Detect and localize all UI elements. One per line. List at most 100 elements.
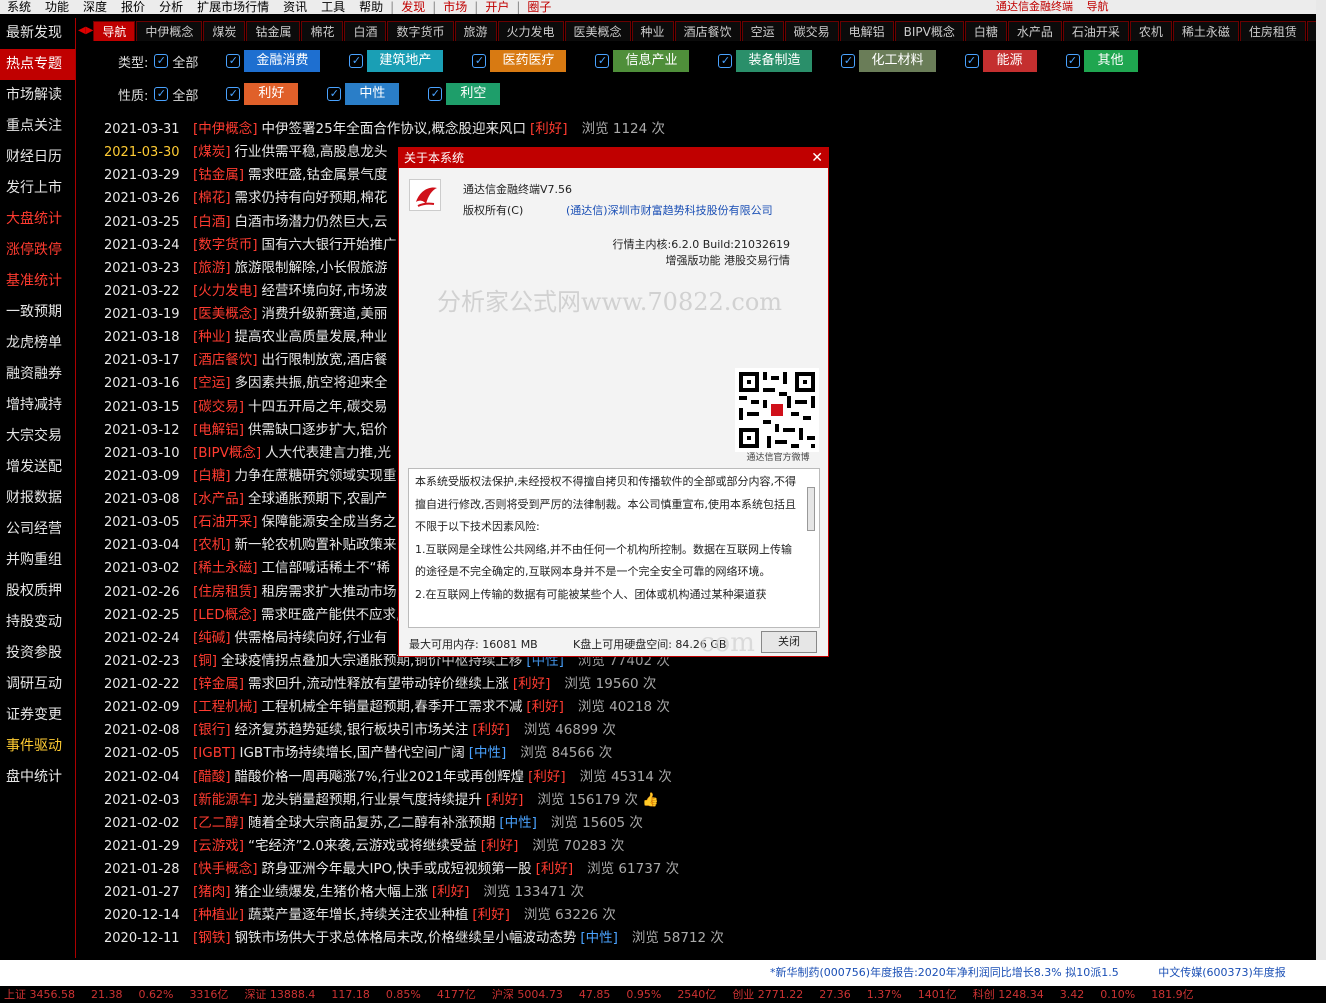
topic-tab[interactable]: 种业	[631, 21, 674, 41]
topic-tab[interactable]: 白糖	[964, 21, 1007, 41]
menu-open-account[interactable]: 开户	[478, 0, 516, 14]
news-row[interactable]: 2021-01-29 [云游戏] “宅经济”2.0来袭,云游戏或将继续受益 [利好] 浏…	[104, 835, 1304, 858]
menu-news[interactable]: 资讯	[276, 0, 314, 14]
menu-circle[interactable]: 圈子	[520, 0, 558, 14]
license-scrollbar-thumb[interactable]	[807, 487, 815, 531]
checkbox-icon[interactable]: ✓	[841, 54, 856, 68]
news-row[interactable]: 2021-02-04 [醋酸] 醋酸价格一周再飚涨7%,行业2021年或再创辉煌 [利…	[104, 766, 1304, 789]
leftnav-item[interactable]: 大盘统计	[0, 204, 75, 235]
topic-tab[interactable]: 农机	[1129, 21, 1172, 41]
ticker-item[interactable]: *新华制药(000756)年度报告:2020年净利润同比增长8.3% 拟10派1…	[770, 966, 1119, 979]
checkbox-icon[interactable]: ✓	[428, 87, 443, 101]
topic-tab[interactable]: 导航	[93, 21, 136, 41]
topic-tab[interactable]: 住房租赁	[1239, 21, 1306, 41]
ticker-item[interactable]: 中文传媒(600373)年度报	[1158, 966, 1286, 979]
license-text-box[interactable]: 本系统受版权法保护,未经授权不得擅自拷贝和传播软件的全部或部分内容,不得擅自进行…	[408, 468, 820, 628]
menu-market[interactable]: 市场	[436, 0, 474, 14]
checkbox-icon[interactable]: ✓	[718, 54, 733, 68]
checkbox-icon[interactable]: ✓	[226, 87, 241, 101]
menu-help[interactable]: 帮助	[352, 0, 390, 14]
leftnav-item[interactable]: 并购重组	[0, 545, 75, 576]
topic-tab[interactable]: 空运	[741, 21, 784, 41]
menu-function[interactable]: 功能	[38, 0, 76, 14]
checkbox-icon[interactable]: ✓	[226, 54, 241, 68]
news-row[interactable]: 2021-02-08 [银行] 经济复苏趋势延续,银行板块引市场关注 [利好] 浏览 4…	[104, 719, 1304, 742]
topic-tab[interactable]: 数字货币	[387, 21, 454, 41]
leftnav-item[interactable]: 股权质押	[0, 576, 75, 607]
news-row[interactable]: 2021-02-03 [新能源车] 龙头销量超预期,行业景气度持续提升 [利好] 浏览 …	[104, 789, 1304, 812]
filter-chip[interactable]: 医药医疗	[490, 50, 567, 72]
filter-chip[interactable]: 装备制造	[736, 50, 813, 72]
menu-tools[interactable]: 工具	[314, 0, 352, 14]
leftnav-item[interactable]: 融资融券	[0, 359, 75, 390]
filter-chip[interactable]: 金融消费	[244, 50, 321, 72]
menu-system[interactable]: 系统	[0, 0, 38, 14]
leftnav-item[interactable]: 龙虎榜单	[0, 328, 75, 359]
news-row[interactable]: 2021-01-28 [快手概念] 跻身亚洲今年最大IPO,快手或成短视频第一股 [利…	[104, 858, 1304, 881]
topic-tab[interactable]: 白酒	[344, 21, 387, 41]
leftnav-item[interactable]: 一致预期	[0, 297, 75, 328]
topic-tab[interactable]: 钴金属	[246, 21, 301, 41]
news-row[interactable]: 2020-12-11 [钢铁] 钢铁市场供大于求总体格局未改,价格继续呈小幅波动态势…	[104, 927, 1304, 950]
brand-nav[interactable]: 导航	[1087, 0, 1109, 13]
menu-ext-market[interactable]: 扩展市场行情	[190, 0, 276, 14]
topic-tab[interactable]: 稀土永磁	[1172, 21, 1239, 41]
leftnav-item[interactable]: 大宗交易	[0, 421, 75, 452]
filter-chip[interactable]: 信息产业	[613, 50, 690, 72]
leftnav-item[interactable]: 热点专题	[0, 49, 75, 80]
topic-tab[interactable]: 石油开采	[1062, 21, 1129, 41]
leftnav-item[interactable]: 涨停跌停	[0, 235, 75, 266]
leftnav-item[interactable]: 投资参股	[0, 638, 75, 669]
filter-chip[interactable]: 其他	[1083, 50, 1138, 72]
news-row[interactable]: 2021-02-09 [工程机械] 工程机械全年销量超预期,春季开工需求不减 [利好]…	[104, 696, 1304, 719]
topic-tab[interactable]: 水产品	[1007, 21, 1062, 41]
vertical-scrollbar[interactable]	[1316, 0, 1326, 960]
checkbox-icon[interactable]: ✓	[595, 54, 610, 68]
type-all-label[interactable]: 全部	[172, 52, 198, 71]
leftnav-item[interactable]: 盘中统计	[0, 762, 75, 793]
menu-depth[interactable]: 深度	[76, 0, 114, 14]
nature-all-label[interactable]: 全部	[172, 85, 198, 104]
filter-chip[interactable]: 中性	[345, 83, 400, 105]
topic-tab[interactable]: 电解铝	[839, 21, 894, 41]
topic-tab[interactable]: 碳交易	[784, 21, 839, 41]
checkbox-icon[interactable]: ✓	[154, 54, 169, 68]
checkbox-icon[interactable]: ✓	[1065, 54, 1080, 68]
tab-scroll-arrows-icon[interactable]: ◀▶	[78, 21, 93, 41]
menu-discover[interactable]: 发现	[394, 0, 432, 14]
topic-tab[interactable]: 旅游	[454, 21, 497, 41]
topic-tab[interactable]: 煤炭	[203, 21, 246, 41]
menu-analysis[interactable]: 分析	[152, 0, 190, 14]
filter-chip[interactable]: 利空	[446, 83, 501, 105]
checkbox-icon[interactable]: ✓	[154, 87, 169, 101]
leftnav-item[interactable]: 重点关注	[0, 111, 75, 142]
checkbox-icon[interactable]: ✓	[327, 87, 342, 101]
filter-chip[interactable]: 能源	[982, 50, 1037, 72]
leftnav-item[interactable]: 公司经营	[0, 514, 75, 545]
checkbox-icon[interactable]: ✓	[964, 54, 979, 68]
leftnav-item[interactable]: 调研互动	[0, 669, 75, 700]
filter-chip[interactable]: 化工材料	[859, 50, 936, 72]
topic-tab[interactable]: 酒店餐饮	[674, 21, 741, 41]
topic-tab[interactable]: BIPV概念	[894, 21, 964, 41]
leftnav-item[interactable]: 增发送配	[0, 452, 75, 483]
topic-tab[interactable]: 医美概念	[564, 21, 631, 41]
leftnav-item[interactable]: 事件驱动	[0, 731, 75, 762]
topic-tab[interactable]: 火力发电	[497, 21, 564, 41]
news-row[interactable]: 2021-01-27 [猪肉] 猪企业绩爆发,生猪价格大幅上涨 [利好] 浏览 1334…	[104, 881, 1304, 904]
topic-tab[interactable]: MI	[1306, 21, 1316, 41]
leftnav-item[interactable]: 基准统计	[0, 266, 75, 297]
leftnav-item[interactable]: 财经日历	[0, 142, 75, 173]
topic-tab[interactable]: 棉花	[301, 21, 344, 41]
close-icon[interactable]: ✕	[811, 148, 823, 168]
news-row[interactable]: 2020-12-14 [种植业] 蔬菜产量逐年增长,持续关注农业种植 [利好] 浏览 6…	[104, 904, 1304, 927]
news-row[interactable]: 2021-03-31 [中伊概念] 中伊签署25年全面合作协议,概念股迎来风口 [利好…	[104, 118, 1304, 141]
news-row[interactable]: 2021-02-22 [锌金属] 需求回升,流动性释放有望带动锌价继续上涨 [利好] 浏…	[104, 673, 1304, 696]
leftnav-item[interactable]: 最新发现	[0, 18, 75, 49]
leftnav-item[interactable]: 财报数据	[0, 483, 75, 514]
leftnav-item[interactable]: 证券变更	[0, 700, 75, 731]
checkbox-icon[interactable]: ✓	[349, 54, 364, 68]
leftnav-item[interactable]: 持股变动	[0, 607, 75, 638]
checkbox-icon[interactable]: ✓	[472, 54, 487, 68]
topic-tab[interactable]: 中伊概念	[136, 21, 203, 41]
